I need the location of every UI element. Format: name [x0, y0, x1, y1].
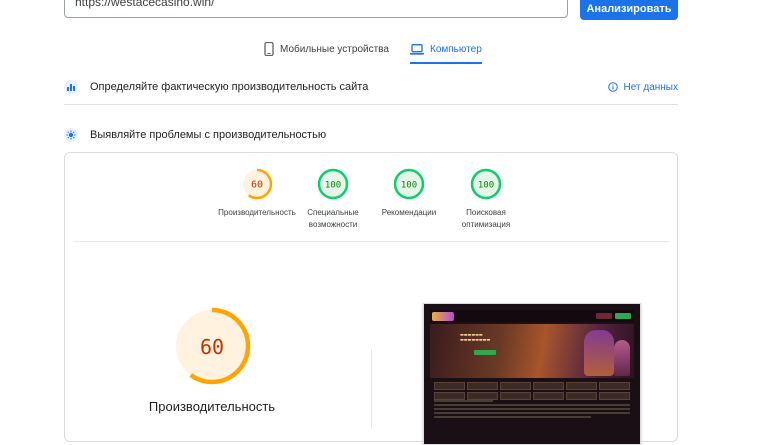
- main-score-value: 60: [200, 335, 224, 359]
- no-data-link[interactable]: Нет данных: [607, 81, 678, 93]
- lab-data-section: Выявляйте проблемы с производительностью: [64, 118, 678, 152]
- thumbnail-logo: [432, 311, 454, 321]
- tab-mobile-label: Мобильные устройства: [280, 43, 389, 55]
- tab-mobile[interactable]: Мобильные устройства: [264, 36, 389, 62]
- lab-data-title: Выявляйте проблемы с производительностью: [90, 129, 327, 141]
- thumbnail-button: [596, 313, 612, 319]
- lighthouse-icon: [64, 128, 78, 142]
- field-data-title: Определяйте фактическую производительнос…: [90, 81, 369, 93]
- gauge-value: 100: [478, 181, 494, 191]
- divider: [73, 241, 669, 242]
- crux-icon: [64, 80, 78, 94]
- thumbnail-hero-text: ▬▬▬▬▬▬ ▬▬▬▬▬▬▬▬: [460, 332, 491, 342]
- thumbnail-character: [584, 330, 614, 376]
- tab-desktop[interactable]: Компьютер: [410, 36, 482, 64]
- thumbnail-nav: [430, 310, 634, 322]
- thumbnail-button: [615, 313, 631, 319]
- report-card: 60 Производительность 100 Специальные во…: [64, 152, 678, 445]
- gauge-value: 100: [325, 181, 341, 191]
- thumbnail-character: [614, 340, 630, 376]
- main-score-label: Производительность: [148, 399, 276, 414]
- laptop-icon: [410, 43, 424, 55]
- analyze-button[interactable]: Анализировать: [580, 0, 678, 20]
- thumbnail-hero: ▬▬▬▬▬▬ ▬▬▬▬▬▬▬▬: [430, 324, 634, 378]
- gauge-seo[interactable]: 100 Поисковая оптимизация: [441, 167, 531, 231]
- vertical-divider: [371, 349, 372, 429]
- gauge-ring: 100: [317, 168, 349, 200]
- thumbnail-games-grid: [434, 382, 630, 400]
- thumbnail-cta: [474, 350, 496, 355]
- page-screenshot-thumbnail: ▬▬▬▬▬▬ ▬▬▬▬▬▬▬▬: [423, 303, 641, 445]
- no-data-label: Нет данных: [623, 81, 678, 93]
- tab-desktop-label: Компьютер: [430, 43, 482, 55]
- main-performance-gauge[interactable]: 60: [169, 303, 255, 389]
- gauge-value: 100: [401, 181, 417, 191]
- phone-icon: [264, 42, 274, 56]
- field-data-section: Определяйте фактическую производительнос…: [64, 70, 678, 105]
- gauge-ring: 100: [393, 168, 425, 200]
- gauge-label: Поисковая оптимизация: [461, 208, 511, 229]
- gauge-ring: 100: [470, 168, 502, 200]
- gauge-ring: 60: [241, 168, 273, 200]
- info-icon: [607, 82, 618, 92]
- device-tabs: Мобильные устройства Компьютер: [0, 36, 768, 64]
- url-input[interactable]: [64, 0, 568, 18]
- gauge-value: 60: [251, 180, 263, 191]
- thumbnail-body-text: [434, 400, 630, 444]
